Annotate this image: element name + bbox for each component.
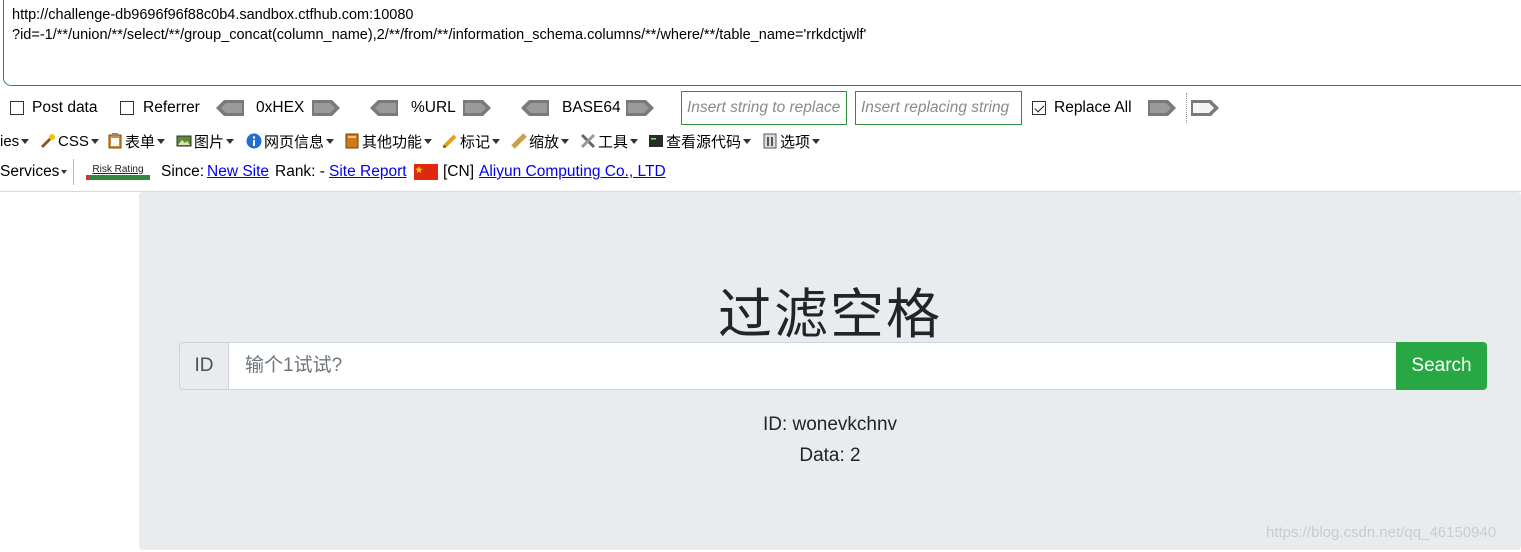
menu-tools-label: 工具 [598, 133, 629, 151]
base64-encode-arrow-icon[interactable] [626, 90, 654, 126]
search-button[interactable]: Search [1396, 342, 1487, 390]
jumbotron: 过滤空格 ID 输个1试试? Search ID: wonevkchnv Dat… [139, 192, 1521, 550]
services-bar: Services Risk Rating Since: New Site Ran… [0, 158, 1521, 186]
menu-cookies-label: ies [0, 132, 20, 150]
options-icon [763, 133, 777, 149]
site-report[interactable]: Site Report [329, 158, 407, 186]
replace-search-input[interactable]: Insert string to replace [681, 91, 847, 125]
menu-options[interactable]: 选项 [762, 126, 821, 156]
host[interactable]: Aliyun Computing Co., LTD [479, 158, 666, 186]
replace-arrow-icon[interactable] [1148, 90, 1176, 126]
post-data-label: Post data [32, 99, 98, 116]
menu-source-label: 查看源代码 [666, 133, 742, 151]
replace-all-toggle[interactable]: Replace All [1032, 90, 1132, 126]
base64-label: BASE64 [562, 99, 621, 116]
since-link[interactable]: New Site [207, 158, 269, 186]
menu-misc-label: 其他功能 [362, 133, 423, 151]
referrer-checkbox[interactable] [120, 101, 134, 115]
clipboard-icon [108, 133, 122, 149]
page-title: 过滤空格 [718, 283, 942, 346]
watermark: https://blog.csdn.net/qq_46150940 [1266, 524, 1497, 541]
referrer-toggle[interactable]: Referrer [120, 90, 200, 126]
menu-forms[interactable]: 表单 [107, 126, 166, 156]
wand-icon [40, 134, 55, 149]
risk-rating-bar-icon [86, 175, 150, 180]
url-textarea[interactable]: http://challenge-db9696f96f88c0b4.sandbo… [3, 0, 1521, 86]
url-encode-arrow-icon[interactable] [463, 90, 491, 126]
id-addon: ID [179, 342, 229, 390]
hex-encode-arrow-icon[interactable] [312, 90, 340, 126]
toolbar-separator [1186, 90, 1187, 126]
result-id: ID: wonevkchnv [762, 414, 898, 435]
ruler-icon [511, 133, 527, 149]
menu-forms-label: 表单 [125, 133, 156, 151]
rank-label: Rank: - [275, 163, 325, 180]
post-data-toggle[interactable]: Post data [10, 90, 98, 126]
post-data-checkbox[interactable] [10, 101, 24, 115]
book-icon [345, 133, 359, 149]
risk-rating-label: Risk Rating [92, 164, 144, 175]
since-label: Since: [161, 163, 205, 180]
replace-back-arrow-icon[interactable] [1191, 90, 1219, 126]
url-label: %URL [411, 99, 456, 116]
menu-resize-label: 缩放 [529, 133, 560, 151]
risk-rating-badge[interactable]: Risk Rating [86, 158, 150, 186]
menu-info[interactable]: 网页信息 [246, 126, 335, 156]
menu-css-label: CSS [58, 132, 89, 150]
services-divider [73, 158, 74, 186]
menu-images-label: 图片 [194, 133, 225, 151]
tools-icon [580, 133, 596, 149]
search-input[interactable]: 输个1试试? [229, 342, 1397, 390]
services-label: Services [0, 163, 60, 180]
terminal-icon [649, 135, 663, 147]
services-menu[interactable]: Services [0, 158, 68, 186]
country-code: [CN] [443, 163, 474, 180]
site-report-link[interactable]: Site Report [329, 163, 407, 181]
hex-decode-arrow-icon[interactable] [216, 90, 244, 126]
url-decode-arrow-icon[interactable] [370, 90, 398, 126]
base64-decode-arrow-icon[interactable] [521, 90, 549, 126]
menu-source[interactable]: 查看源代码 [648, 126, 752, 156]
replace-all-checkbox[interactable] [1032, 101, 1046, 115]
referrer-label: Referrer [143, 99, 200, 116]
result-data: Data: 2 [799, 445, 861, 466]
menu-options-label: 选项 [780, 133, 811, 151]
menu-cookies[interactable]: ies [0, 126, 30, 156]
image-icon [176, 135, 192, 147]
menu-outline[interactable]: 标记 [442, 126, 501, 156]
menu-outline-label: 标记 [460, 133, 491, 151]
hex-label: 0xHEX [256, 99, 305, 116]
url-line-1: http://challenge-db9696f96f88c0b4.sandbo… [12, 7, 414, 23]
new-site-link[interactable]: New Site [207, 163, 269, 181]
china-flag-icon [414, 158, 438, 186]
info-icon [246, 133, 262, 149]
webdev-menu-bar: ies CSS 表单 图片 网页信息 其他功能 标记 缩放 工具 查看源代码 选… [0, 126, 1521, 156]
menu-resize[interactable]: 缩放 [511, 126, 570, 156]
menu-tools[interactable]: 工具 [580, 126, 639, 156]
host-link[interactable]: Aliyun Computing Co., LTD [479, 163, 666, 181]
menu-css[interactable]: CSS [40, 126, 99, 156]
replace-all-label: Replace All [1054, 99, 1132, 116]
menu-misc[interactable]: 其他功能 [344, 126, 433, 156]
search-form: ID 输个1试试? Search [179, 342, 1487, 390]
menu-images[interactable]: 图片 [176, 126, 235, 156]
url-line-2: ?id=-1/**/union/**/select/**/group_conca… [12, 27, 867, 43]
menu-info-label: 网页信息 [264, 133, 325, 151]
replace-with-input[interactable]: Insert replacing string [855, 91, 1022, 125]
pencil-icon [442, 134, 457, 149]
